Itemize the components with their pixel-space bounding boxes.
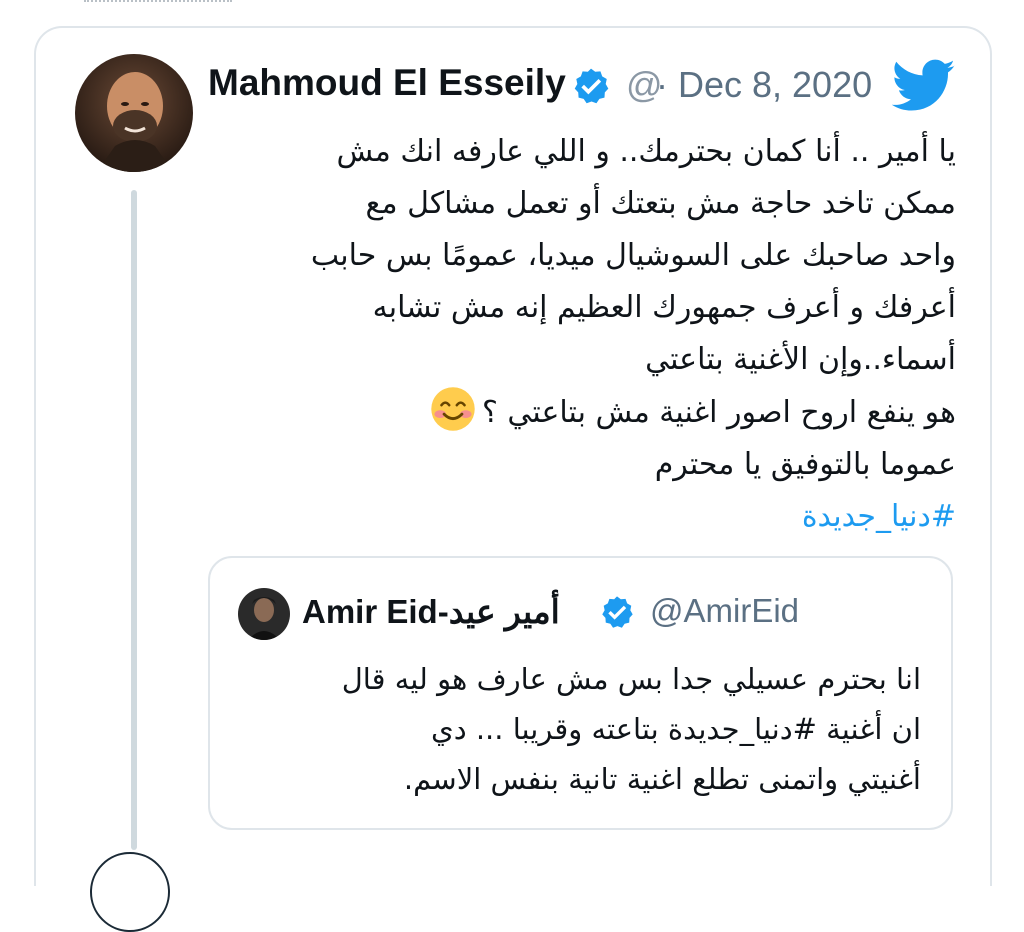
verified-badge-icon — [602, 596, 633, 628]
quoted-tweet-text: انا بحترم عسيلي جدا بس مش عارف هو ليه قا… — [231, 654, 921, 804]
thread-connector-line — [131, 190, 137, 850]
tweet-date[interactable]: · Dec 8, 2020 — [656, 64, 872, 106]
quoted-text-line: ان أغنية #دنيا_جديدة بتاعته وقريبا ... د… — [431, 712, 921, 746]
tweet-text-line: واحد صاحبك على السوشيال ميديا، عمومًا بس… — [310, 238, 956, 273]
tweet-text-line: ممكن تاخد حاجة مش بتعتك أو تعمل مشاكل مع — [365, 186, 956, 221]
quoted-text-line: أغنيتي واتمنى تطلع اغنية تانية بنفس الاس… — [403, 762, 921, 796]
avatar-photo — [75, 54, 193, 172]
tweet-text-line: أسماء..وإن الأغنية بتاعتي — [645, 342, 956, 377]
tweet-text-line: عموما بالتوفيق يا محترم — [654, 447, 956, 482]
quoted-author-name[interactable]: Amir Eid-أمير عيد — [302, 592, 560, 631]
tweet-text: يا أمير .. أنا كمان بحترمك.. و اللي عارف… — [216, 126, 956, 543]
quoted-author-handle[interactable]: @AmirEid — [650, 592, 799, 630]
next-reply-avatar[interactable] — [90, 852, 170, 932]
hashtag-link[interactable]: #دنيا_جديدة — [216, 491, 956, 543]
author-name[interactable]: Mahmoud El Esseily — [208, 62, 566, 104]
quoted-text-line: انا بحترم عسيلي جدا بس مش عارف هو ليه قا… — [341, 662, 921, 696]
twitter-bird-icon — [892, 59, 955, 111]
tweet-header: Mahmoud El Esseily @ · Dec 8, 2020 — [208, 58, 968, 118]
top-divider — [84, 0, 232, 4]
quoted-tweet-card[interactable]: Amir Eid-أمير عيد @AmirEid انا بحترم عسي… — [208, 556, 953, 830]
author-avatar[interactable] — [75, 54, 193, 172]
tweet-text-fragment: هو ينفع اروح اصور اغنية مش بتاعتي ؟ — [481, 395, 956, 430]
tweet-text-line: يا أمير .. أنا كمان بحترمك.. و اللي عارف… — [336, 134, 956, 169]
tweet-text-line-with-emoji: هو ينفع اروح اصور اغنية مش بتاعتي ؟ — [216, 386, 956, 439]
quoted-author-avatar[interactable] — [238, 588, 290, 640]
verified-badge-icon — [574, 68, 609, 104]
smiling-face-icon — [431, 387, 475, 431]
quoted-avatar-photo — [238, 588, 290, 640]
tweet-text-line: أعرفك و أعرف جمهورك العظيم إنه مش تشابه — [372, 290, 956, 325]
